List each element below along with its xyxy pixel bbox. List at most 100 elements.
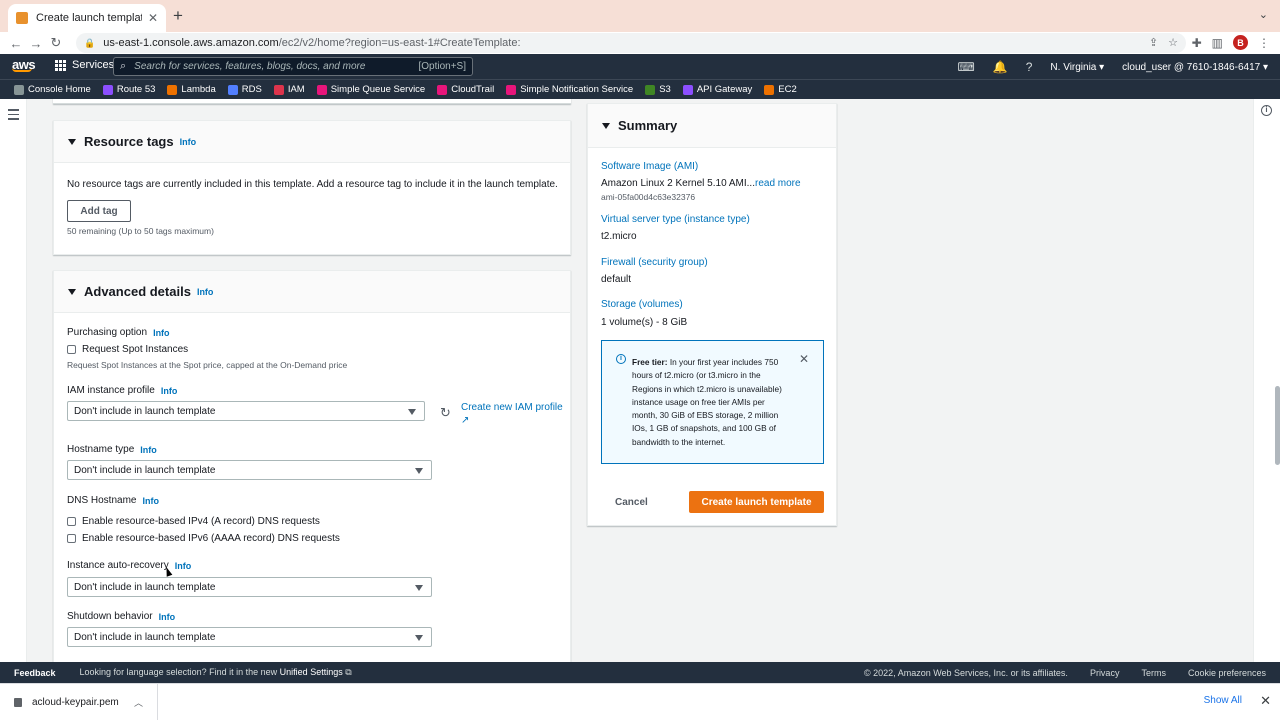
show-all-button[interactable]: Show All [1204, 695, 1242, 706]
bookmark-star-icon[interactable]: ☆ [1168, 36, 1178, 49]
download-bar: acloud-keypair.pem ︿ Show All ✕ [0, 683, 1280, 720]
advanced-details-info-link[interactable]: Info [197, 287, 214, 297]
back-arrow-icon[interactable]: ← [6, 36, 26, 51]
tags-remaining-text: 50 remaining (Up to 50 tags maximum) [67, 226, 214, 236]
hostname-info-link[interactable]: Info [140, 445, 157, 455]
create-iam-profile-link[interactable]: Create new IAM profile ↗ [461, 401, 566, 427]
firewall-value: default [601, 274, 632, 285]
scrollbar-thumb[interactable] [1275, 386, 1280, 465]
dns-ipv6-checkbox[interactable]: Enable resource-based IPv6 (AAAA record)… [67, 533, 340, 544]
favorite-console-home[interactable]: Console Home [14, 84, 91, 95]
address-bar[interactable]: 🔒 us-east-1.console.aws.amazon.com/ec2/v… [76, 33, 1186, 53]
dropdown-arrow-icon [408, 409, 416, 415]
account-menu[interactable]: cloud_user @ 7610-1846-6417 ▾ [1122, 62, 1268, 73]
favorite-simple-queue-service[interactable]: Simple Queue Service [316, 84, 425, 95]
favorite-api-gateway[interactable]: API Gateway [682, 84, 752, 95]
summary-title: Summary [618, 118, 678, 133]
firewall-label[interactable]: Firewall (security group) [601, 257, 708, 268]
cookie-preferences-link[interactable]: Cookie preferences [1188, 668, 1266, 678]
tab-search-chevron-icon[interactable]: ⌄ [1259, 8, 1268, 21]
iam-info-link[interactable]: Info [161, 386, 178, 396]
url-text: us-east-1.console.aws.amazon.com/ec2/v2/… [103, 37, 521, 49]
close-icon[interactable]: ✕ [1260, 693, 1271, 709]
feedback-link[interactable]: Feedback [14, 668, 56, 678]
storage-value: 1 volume(s) - 8 GiB [601, 317, 688, 328]
side-panel-icon[interactable]: ▥ [1212, 36, 1223, 50]
advanced-details-header[interactable]: Advanced details Info [54, 271, 570, 313]
browser-menu-icon[interactable]: ⋮ [1258, 36, 1270, 50]
caret-down-icon [602, 122, 610, 129]
main-content: Resource tags Info No resource tags are … [0, 99, 1280, 662]
download-item[interactable]: acloud-keypair.pem ︿ [0, 684, 158, 720]
forward-arrow-icon[interactable]: → [26, 36, 46, 51]
instance-type-label[interactable]: Virtual server type (instance type) [601, 214, 750, 225]
file-icon [14, 697, 22, 707]
favorite-route-53[interactable]: Route 53 [102, 84, 155, 95]
favorite-ec2[interactable]: EC2 [764, 84, 797, 95]
dropdown-arrow-icon [415, 468, 423, 474]
help-icon[interactable]: ? [1026, 60, 1033, 74]
service-icon [273, 84, 284, 95]
add-tag-button[interactable]: Add tag [67, 200, 131, 222]
services-menu-button[interactable]: Services [55, 59, 114, 71]
recovery-info-link[interactable]: Info [175, 561, 192, 571]
info-icon: i [616, 354, 626, 364]
purchasing-info-link[interactable]: Info [153, 328, 170, 338]
ami-label[interactable]: Software Image (AMI) [601, 161, 698, 172]
request-spot-checkbox[interactable]: Request Spot Instances [67, 344, 188, 355]
console-search-input[interactable]: ⌕ Search for services, features, blogs, … [113, 57, 473, 76]
service-icon [645, 84, 656, 95]
resource-tags-info-link[interactable]: Info [180, 137, 197, 147]
privacy-link[interactable]: Privacy [1090, 668, 1120, 678]
spot-hint-text: Request Spot Instances at the Spot price… [67, 360, 348, 370]
iam-profile-label: IAM instance profile Info [67, 385, 178, 396]
console-footer: Feedback Looking for language selection?… [0, 662, 1280, 683]
create-launch-template-button[interactable]: Create launch template [689, 491, 824, 513]
extensions-puzzle-icon[interactable]: ✚ [1192, 36, 1202, 50]
notifications-bell-icon[interactable]: 🔔 [993, 60, 1008, 74]
service-icon [437, 84, 448, 95]
refresh-icon[interactable]: ↻ [440, 405, 451, 421]
no-tags-text: No resource tags are currently included … [67, 179, 558, 190]
auto-recovery-select[interactable]: Don't include in launch template [67, 577, 432, 597]
aws-logo[interactable]: aws [12, 57, 36, 72]
close-tab-icon[interactable]: ✕ [148, 11, 158, 25]
favorite-lambda[interactable]: Lambda [167, 84, 216, 95]
favorite-rds[interactable]: RDS [227, 84, 262, 95]
dns-ipv4-checkbox[interactable]: Enable resource-based IPv4 (A record) DN… [67, 516, 320, 527]
terms-link[interactable]: Terms [1141, 668, 1166, 678]
close-icon[interactable]: ✕ [799, 352, 809, 366]
auto-recovery-label: Instance auto-recovery Info [67, 560, 192, 571]
shutdown-behavior-select[interactable]: Don't include in launch template [67, 627, 432, 647]
browser-tab[interactable]: Create launch template | EC2 M ✕ [8, 4, 166, 32]
favorite-s3[interactable]: S3 [645, 84, 671, 95]
lock-icon[interactable]: 🔒 [84, 38, 95, 49]
share-icon[interactable]: ⇪ [1149, 36, 1158, 49]
favorite-simple-notification-service[interactable]: Simple Notification Service [506, 84, 633, 95]
favorite-cloudtrail[interactable]: CloudTrail [437, 84, 494, 95]
unified-settings-link[interactable]: Unified Settings [280, 667, 343, 677]
dns-info-link[interactable]: Info [142, 496, 159, 506]
storage-label[interactable]: Storage (volumes) [601, 299, 683, 310]
hamburger-menu-icon[interactable] [8, 109, 19, 123]
chevron-up-icon[interactable]: ︿ [134, 696, 143, 709]
cloudshell-icon[interactable]: ⌨ [957, 60, 974, 74]
shutdown-info-link[interactable]: Info [159, 612, 176, 622]
reload-icon[interactable]: ↻ [46, 35, 66, 51]
caret-down-icon [68, 138, 76, 145]
iam-profile-select[interactable]: Don't include in launch template [67, 401, 425, 421]
browser-toolbar: ← → ↻ 🔒 us-east-1.console.aws.amazon.com… [0, 32, 1280, 54]
service-icon [682, 84, 693, 95]
download-filename: acloud-keypair.pem [32, 696, 119, 708]
info-icon[interactable]: i [1261, 105, 1272, 116]
cancel-button[interactable]: Cancel [615, 497, 648, 508]
new-tab-icon[interactable]: + [173, 6, 183, 26]
resource-tags-header[interactable]: Resource tags Info [54, 121, 570, 163]
favorite-iam[interactable]: IAM [273, 84, 305, 95]
region-selector[interactable]: N. Virginia ▾ [1050, 62, 1104, 73]
hostname-type-select[interactable]: Don't include in launch template [67, 460, 432, 480]
profile-avatar[interactable]: B [1233, 35, 1248, 50]
read-more-link[interactable]: read more [755, 178, 801, 189]
browser-tab-strip: Create launch template | EC2 M ✕ + ⌄ [0, 0, 1280, 32]
summary-header[interactable]: Summary [588, 104, 836, 148]
